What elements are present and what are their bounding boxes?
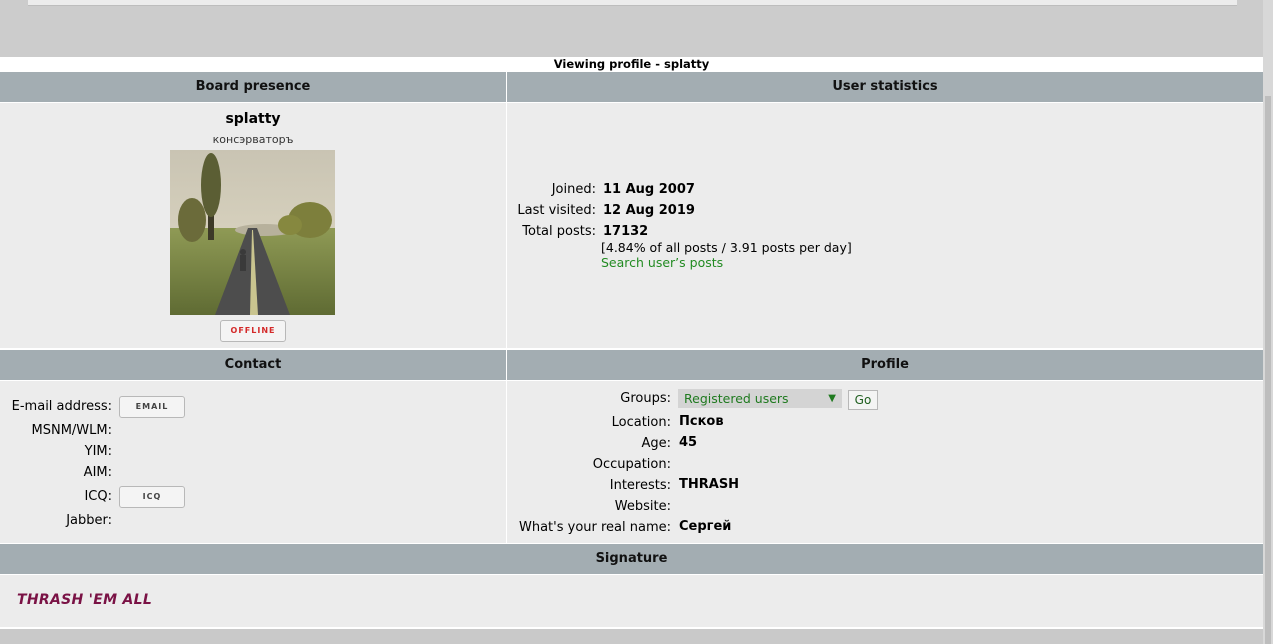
chevron-down-icon: ▼ [828, 393, 836, 404]
joined-value: 11 Aug 2007 [603, 182, 695, 197]
bottom-strip [0, 629, 1263, 644]
signature-text: THRASH 'EM ALL [17, 592, 153, 608]
page-title: Viewing profile - splatty [0, 57, 1263, 72]
yim-label: YIM: [84, 444, 112, 459]
interests-value: THRASH [679, 477, 740, 492]
website-label: Website: [614, 499, 671, 514]
location-value: Псков [679, 414, 724, 429]
age-value: 45 [679, 435, 698, 450]
board-presence-header: Board presence [0, 72, 506, 102]
real-name-value: Сергей [679, 519, 732, 534]
interests-label: Interests: [609, 478, 671, 493]
groups-label: Groups: [620, 391, 671, 406]
icq-label: ICQ: [84, 489, 112, 504]
board-presence-cell: splatty консэрваторъ OFFLINE [0, 103, 506, 348]
signature-cell [0, 575, 1263, 627]
scrollbar-thumb[interactable] [1265, 96, 1271, 644]
total-posts-value: 17132 [603, 224, 649, 239]
icq-button[interactable]: ICQ [119, 486, 185, 508]
jabber-label: Jabber: [66, 513, 112, 528]
groups-select[interactable]: Registered users ▼ [678, 389, 842, 408]
top-strip [28, 0, 1237, 6]
offline-status-badge: OFFLINE [220, 320, 286, 342]
contact-header: Contact [0, 350, 506, 380]
signature-header: Signature [0, 544, 1263, 574]
user-statistics-header: User statistics [507, 72, 1263, 102]
total-posts-label: Total posts: [522, 224, 596, 239]
search-user-posts-link[interactable]: Search user’s posts [601, 255, 723, 270]
location-label: Location: [611, 415, 671, 430]
user-rank: консэрваторъ [212, 133, 294, 146]
last-visited-label: Last visited: [517, 203, 596, 218]
real-name-label: What's your real name: [518, 520, 671, 535]
joined-label: Joined: [551, 182, 596, 197]
msnm-label: MSNM/WLM: [31, 423, 112, 438]
go-button[interactable]: Go [848, 390, 878, 410]
email-label: E-mail address: [11, 399, 112, 414]
groups-selected-value: Registered users [684, 391, 789, 406]
email-button[interactable]: EMAIL [119, 396, 185, 418]
aim-label: AIM: [83, 465, 112, 480]
posts-detail: [4.84% of all posts / 3.91 posts per day… [601, 240, 852, 255]
age-label: Age: [641, 436, 671, 451]
profile-header: Profile [507, 350, 1263, 380]
last-visited-value: 12 Aug 2019 [603, 203, 695, 218]
occupation-label: Occupation: [592, 457, 671, 472]
avatar [170, 150, 335, 315]
username: splatty [225, 111, 281, 127]
